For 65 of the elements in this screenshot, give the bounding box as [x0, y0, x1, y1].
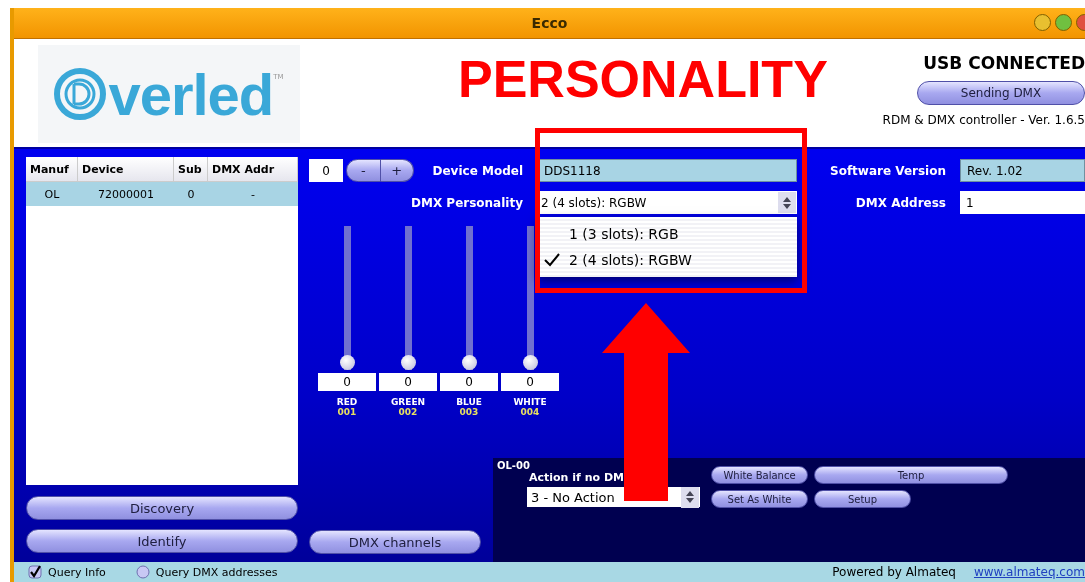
personality-select[interactable]: 2 (4 slots): RGBW [537, 191, 797, 214]
option-label: Query Info [48, 565, 106, 579]
device-model-field: DDS1118 [537, 159, 797, 182]
logo-text: verled [108, 60, 274, 128]
panel-button[interactable]: Temp [814, 466, 1008, 484]
menu-option[interactable]: 2 (4 slots): RGBW [542, 247, 797, 273]
slider-thumb[interactable] [522, 355, 538, 370]
field-label: DMX Personality [410, 195, 523, 210]
channel-name: RED [336, 397, 358, 407]
channel-number: 001 [337, 407, 357, 417]
dmx-channels-button[interactable]: DMX channels [309, 530, 481, 554]
column-header[interactable]: Device [78, 157, 174, 181]
column-header[interactable]: Manuf [26, 157, 78, 181]
increment-button[interactable]: + [380, 159, 414, 182]
channel-value-field[interactable]: 0 [501, 373, 559, 391]
channel-name: BLUE [456, 397, 482, 407]
channel-value-field[interactable]: 0 [440, 373, 498, 391]
channel-value-field[interactable]: 0 [379, 373, 437, 391]
field-label: Device Model [431, 163, 523, 178]
option-label: Query DMX addresses [155, 565, 278, 579]
column-header[interactable]: Sub [174, 157, 208, 181]
panel-button[interactable]: Set As White [711, 490, 808, 508]
software-version-field: Rev. 1.02 [960, 159, 1085, 182]
connection-status: USB CONNECTED [923, 53, 1085, 73]
credit-text: Powered by Almateq [832, 565, 956, 579]
window-title: Ecco [531, 15, 568, 31]
decrement-button[interactable]: - [346, 159, 381, 182]
column-header[interactable]: DMX Addr [208, 157, 298, 181]
updown-arrows-icon [686, 491, 694, 503]
maximize-button[interactable] [1055, 14, 1072, 31]
channel-number: 002 [398, 407, 418, 417]
table-cell-text: 0 [186, 187, 196, 201]
panel-button[interactable]: Setup [814, 490, 911, 508]
index-field[interactable]: 0 [309, 159, 343, 182]
channel-name: GREEN [390, 397, 426, 407]
slider-thumb[interactable] [339, 355, 355, 370]
channel-value-field[interactable]: 0 [318, 373, 376, 391]
panel-title: OL-00 [497, 460, 531, 471]
checkbox[interactable] [28, 565, 42, 579]
table-cell-text: OL [43, 187, 61, 201]
version-text: RDM & DMX controller - Ver. 1.6.5 [882, 113, 1085, 127]
field-label: DMX Address [854, 195, 946, 210]
channel-name: WHITE [513, 397, 547, 407]
table-cell-text: 72000001 [97, 187, 155, 201]
channel-number: 004 [520, 407, 540, 417]
slider-thumb[interactable] [461, 355, 477, 370]
table-cell-text: - [250, 187, 256, 201]
identify-button[interactable]: Identify [26, 529, 298, 553]
annotation-title: PERSONALITY [458, 49, 828, 109]
field-label: Action if no DM [529, 471, 625, 484]
sending-dmx-button[interactable]: Sending DMX [917, 81, 1085, 105]
logo-ring-icon [54, 68, 107, 120]
radio-button[interactable] [135, 565, 150, 579]
discovery-button[interactable]: Discovery [26, 496, 298, 520]
checkmark-icon [543, 253, 561, 267]
website-link[interactable]: www.almateq.com [973, 565, 1085, 579]
menu-option[interactable]: 1 (3 slots): RGB [542, 221, 797, 247]
dmx-address-field[interactable]: 1 [960, 191, 1085, 214]
minimize-button[interactable] [1034, 14, 1051, 31]
panel-button[interactable]: White Balance [711, 466, 808, 484]
updown-arrows-icon [783, 196, 791, 209]
field-label: Software Version [829, 163, 946, 178]
device-row[interactable]: OL 72000001 0 - [26, 182, 298, 206]
slider-thumb[interactable] [400, 355, 416, 370]
channel-number: 003 [459, 407, 479, 417]
